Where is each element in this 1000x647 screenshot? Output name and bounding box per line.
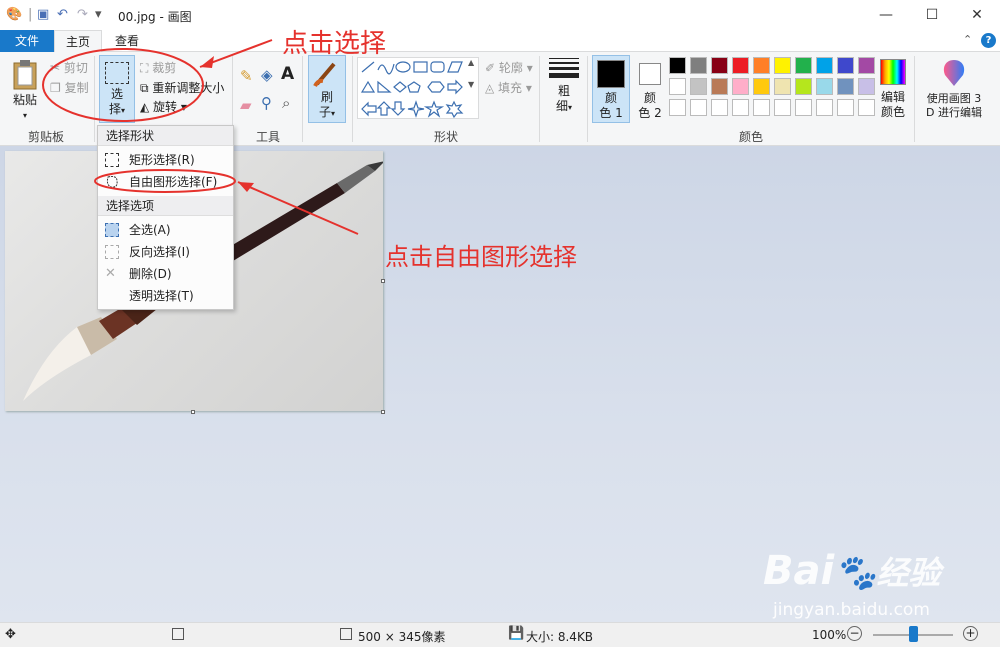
zoom-in-button[interactable]: + [963, 626, 978, 641]
watermark-logo: Bai🐾经验 [763, 548, 941, 594]
file-size-icon: 💾 [508, 626, 525, 641]
watermark-brand: Bai [763, 548, 835, 594]
annotation-click-select: 点击选择 [282, 29, 387, 59]
annotation-click-free-select: 点击自由图形选择 [385, 243, 577, 271]
image-dimensions: 500 × 345像素 [358, 630, 446, 644]
watermark-url: jingyan.baidu.com [773, 600, 930, 620]
zoom-out-button[interactable]: − [847, 626, 862, 641]
file-size: 大小: 8.4KB [526, 630, 594, 644]
canvas-size-icon [340, 628, 352, 640]
selection-size-icon [172, 628, 184, 640]
cursor-position-icon: ✥ [5, 627, 16, 642]
zoom-level: 100% [812, 628, 847, 642]
status-bar: ✥ 500 × 345像素 💾 大小: 8.4KB 100% − + [0, 622, 1000, 647]
zoom-slider-thumb[interactable] [909, 626, 918, 642]
watermark-brand-cn: 经验 [876, 554, 941, 592]
